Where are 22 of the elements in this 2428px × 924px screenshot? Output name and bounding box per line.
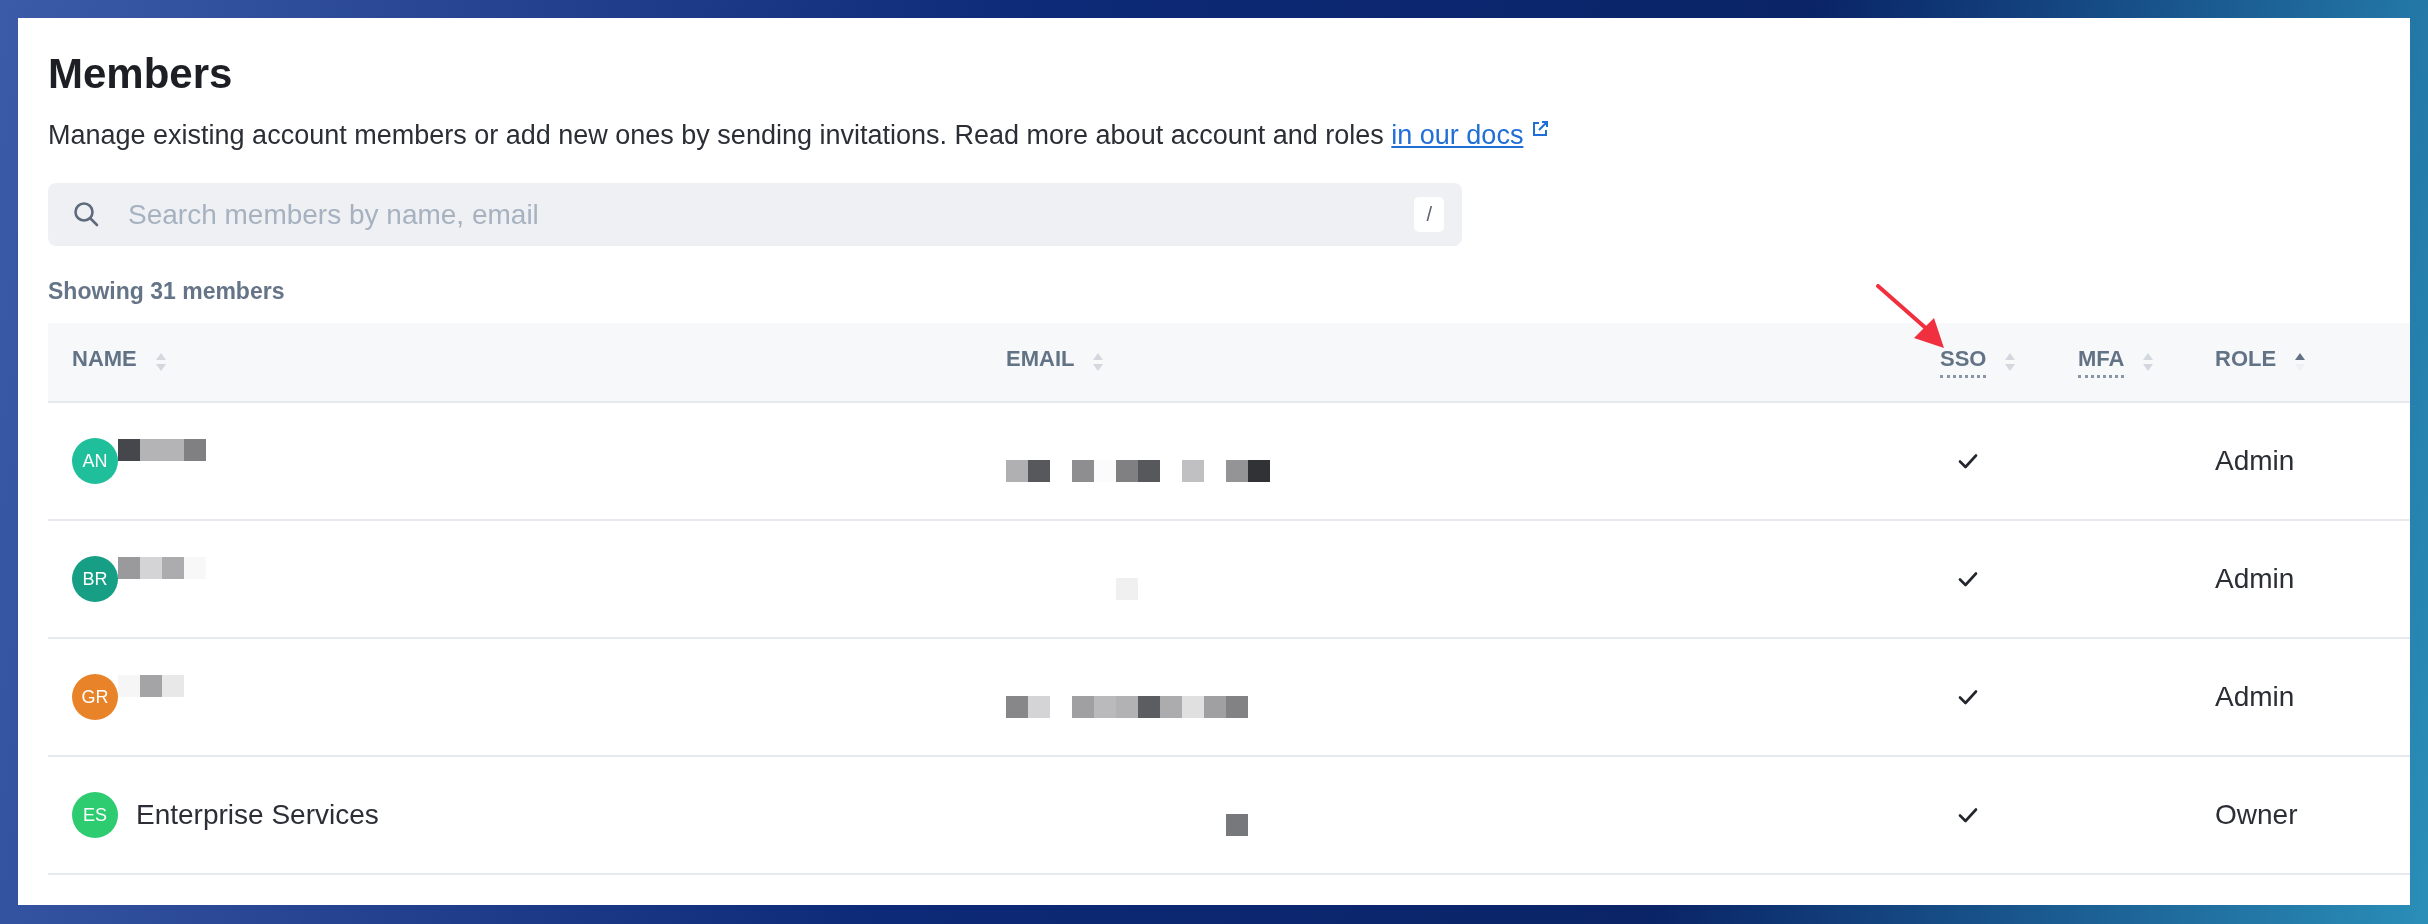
column-header[interactable]: EMAIL — [1006, 346, 1075, 378]
sort-icon[interactable] — [2294, 352, 2307, 372]
avatar: GR — [72, 674, 118, 720]
avatar: ES — [72, 792, 118, 838]
member-name: Enterprise Services — [136, 799, 379, 831]
role-text: Admin — [2215, 445, 2295, 477]
column-header[interactable]: NAME — [72, 346, 137, 378]
avatar: AN — [72, 438, 118, 484]
external-link-icon — [1531, 120, 1550, 138]
page-description: Manage existing account members or add new ones by sending invitations. Read more about account and roles in our docs — [48, 120, 1550, 151]
role-text: Admin — [2215, 681, 2295, 713]
column-header[interactable]: MFA — [2078, 346, 2125, 378]
column-header[interactable]: ROLE — [2215, 346, 2277, 378]
annotation-arrow — [1876, 284, 1946, 350]
role-text: Admin — [2215, 563, 2295, 595]
avatar: BR — [72, 556, 118, 602]
member-count: Showing 31 members — [48, 278, 285, 305]
page-title: Members — [48, 50, 233, 98]
search-icon — [72, 200, 100, 228]
role-text: Owner — [2215, 799, 2298, 831]
shortcut-key: / — [1414, 197, 1444, 232]
docs-link[interactable]: in our docs — [1391, 120, 1550, 150]
